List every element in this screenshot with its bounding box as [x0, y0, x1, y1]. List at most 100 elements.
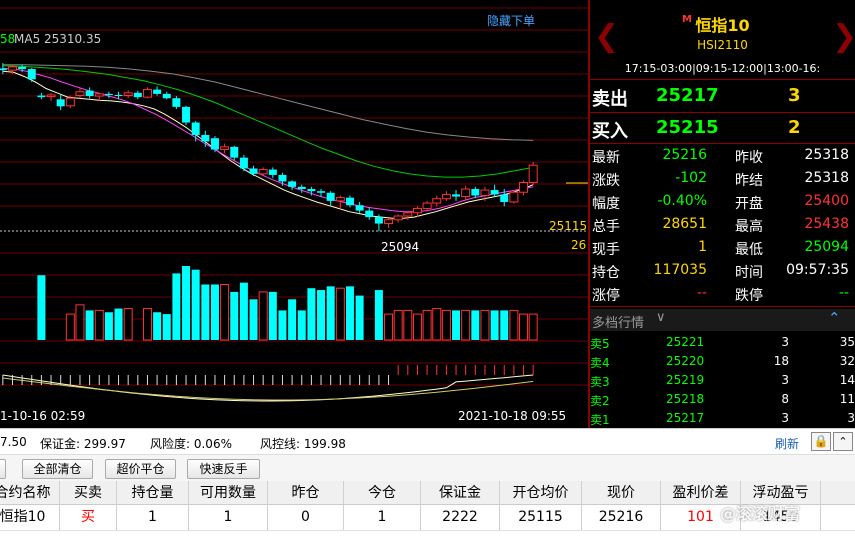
- column-header[interactable]: 今仓: [344, 481, 421, 504]
- depth-label: 卖1: [590, 413, 610, 427]
- candle-body: [500, 194, 509, 202]
- ask-row[interactable]: 卖出 25217 3: [590, 80, 855, 112]
- volume-bar: [278, 310, 287, 340]
- kline-chart[interactable]: 58 MA5 25310.35 隐藏下单 25094 25115 26 1-10…: [0, 0, 588, 428]
- candle-body: [422, 202, 432, 209]
- candle-body: [403, 212, 413, 217]
- instrument-title: 恒指10: [695, 16, 750, 35]
- collapse-chevron-icon[interactable]: ⌃: [828, 309, 841, 327]
- bid-price: 25215: [656, 117, 719, 138]
- candle-body: [18, 66, 27, 70]
- quote-value: --: [838, 285, 849, 301]
- risk-control-value: 风控线: 199.98: [260, 437, 346, 451]
- over-price-close-button[interactable]: 超价平仓: [105, 459, 176, 479]
- candle-body: [220, 146, 230, 151]
- ma-prefix-label: 58: [0, 32, 16, 46]
- table-cell: 1: [117, 505, 189, 530]
- column-header[interactable]: 开仓均价: [500, 481, 582, 504]
- depth-header[interactable]: 多档行情 ∨ ⌃: [590, 309, 855, 331]
- volume-bar: [258, 291, 268, 341]
- table-cell: 25216: [582, 505, 661, 530]
- candle-body: [528, 164, 538, 184]
- quote-row: 幅度 -0.40% 开盘 25400: [590, 190, 855, 212]
- refresh-button[interactable]: 刷新: [775, 435, 799, 452]
- account-summary-bar: 7.50 保证金: 299.97 风险度: 0.06% 风控线: 199.98 …: [0, 428, 855, 454]
- quote-label: 跌停: [735, 288, 763, 304]
- candle-body: [114, 94, 123, 96]
- volume-bar: [191, 269, 200, 340]
- ask-label: 卖出: [592, 89, 628, 110]
- column-header[interactable]: 昨仓: [268, 481, 344, 504]
- quick-reverse-button[interactable]: 快速反手: [187, 459, 260, 479]
- candle-body: [509, 191, 519, 203]
- instrument-code: HSI2110: [697, 38, 748, 52]
- quote-label: 昨收: [735, 150, 763, 166]
- volume-bar: [230, 291, 239, 340]
- quote-value: -0.40%: [657, 193, 707, 209]
- quote-row: 现手 1 最低 25094: [590, 236, 855, 258]
- toolbar-edge-button[interactable]: [0, 459, 6, 479]
- hide-order-link[interactable]: 隐藏下单: [487, 12, 535, 29]
- volume-bar: [307, 288, 316, 340]
- depth-row[interactable]: 卖5 25221 3 35: [590, 333, 855, 352]
- depth-row[interactable]: 卖2 25218 8 11: [590, 390, 855, 409]
- candle-body: [249, 168, 258, 174]
- account-partial-value: 7.50: [0, 435, 27, 449]
- collapse-panel-icon[interactable]: ⌃: [833, 432, 853, 451]
- lock-icon[interactable]: 🔒: [811, 432, 831, 451]
- candle-body: [123, 92, 133, 97]
- volume-bar: [85, 310, 94, 340]
- quote-label: 总手: [592, 219, 620, 235]
- quote-value: 09:57:35: [786, 262, 849, 278]
- risk-value: 风险度: 0.06%: [150, 437, 232, 451]
- quote-value: 25094: [804, 239, 849, 255]
- column-header[interactable]: 可用数量: [189, 481, 268, 504]
- depth-price: 25217: [666, 411, 705, 425]
- candle-body: [172, 98, 181, 107]
- candle-body: [75, 91, 85, 97]
- quote-value: --: [696, 285, 707, 301]
- column-header[interactable]: 保证金: [421, 481, 500, 504]
- column-header[interactable]: 现价: [582, 481, 661, 504]
- price-axis-label: 25115: [549, 219, 588, 233]
- column-header[interactable]: 持仓量: [117, 481, 189, 504]
- depth-row[interactable]: 卖1 25217 3 3: [590, 409, 855, 428]
- quote-label: 时间: [735, 265, 763, 281]
- quote-value: 117035: [653, 262, 707, 278]
- column-header[interactable]: 合约名称: [0, 481, 60, 504]
- quote-label: 最低: [735, 242, 763, 258]
- volume-bar: [249, 299, 258, 340]
- depth-qty: 3: [781, 335, 789, 349]
- candle-body: [384, 219, 394, 225]
- candle-body: [142, 89, 152, 98]
- depth-label: 卖4: [590, 356, 610, 370]
- candle-body: [365, 210, 374, 218]
- double-chevron-down-icon[interactable]: ∨: [656, 310, 666, 325]
- column-header[interactable]: 买卖: [60, 481, 117, 504]
- volume-bar: [172, 273, 181, 340]
- volume-bar: [528, 313, 538, 341]
- volume-bar: [220, 284, 230, 341]
- volume-bar: [75, 304, 85, 341]
- volume-bar: [37, 275, 46, 340]
- quote-value: 25318: [804, 147, 849, 163]
- volume-bar: [480, 309, 490, 341]
- candle-body: [258, 169, 268, 175]
- depth-row[interactable]: 卖3 25219 3 14: [590, 371, 855, 390]
- candle-body: [104, 93, 113, 95]
- depth-qty: 18: [773, 354, 789, 368]
- candle-body: [46, 94, 56, 98]
- depth-qty: 3: [781, 373, 789, 387]
- quote-panel: ❮ ❯ M 恒指10 HSI2110 17:15-03:00|09:15-12:…: [588, 0, 855, 428]
- quote-label: 开盘: [735, 196, 763, 212]
- volume-bar: [519, 313, 529, 341]
- volume-bar: [317, 290, 326, 340]
- candle-body: [355, 205, 364, 211]
- quote-row: 涨停 -- 跌停 --: [590, 282, 855, 304]
- depth-row[interactable]: 卖4 25220 18 32: [590, 352, 855, 371]
- close-all-button[interactable]: 全部清仓: [22, 459, 93, 479]
- quote-row: 涨跌 -102 昨结 25318: [590, 167, 855, 189]
- divider: [590, 306, 855, 307]
- quote-value: 25438: [804, 216, 849, 232]
- bid-row[interactable]: 买入 25215 2: [590, 112, 855, 144]
